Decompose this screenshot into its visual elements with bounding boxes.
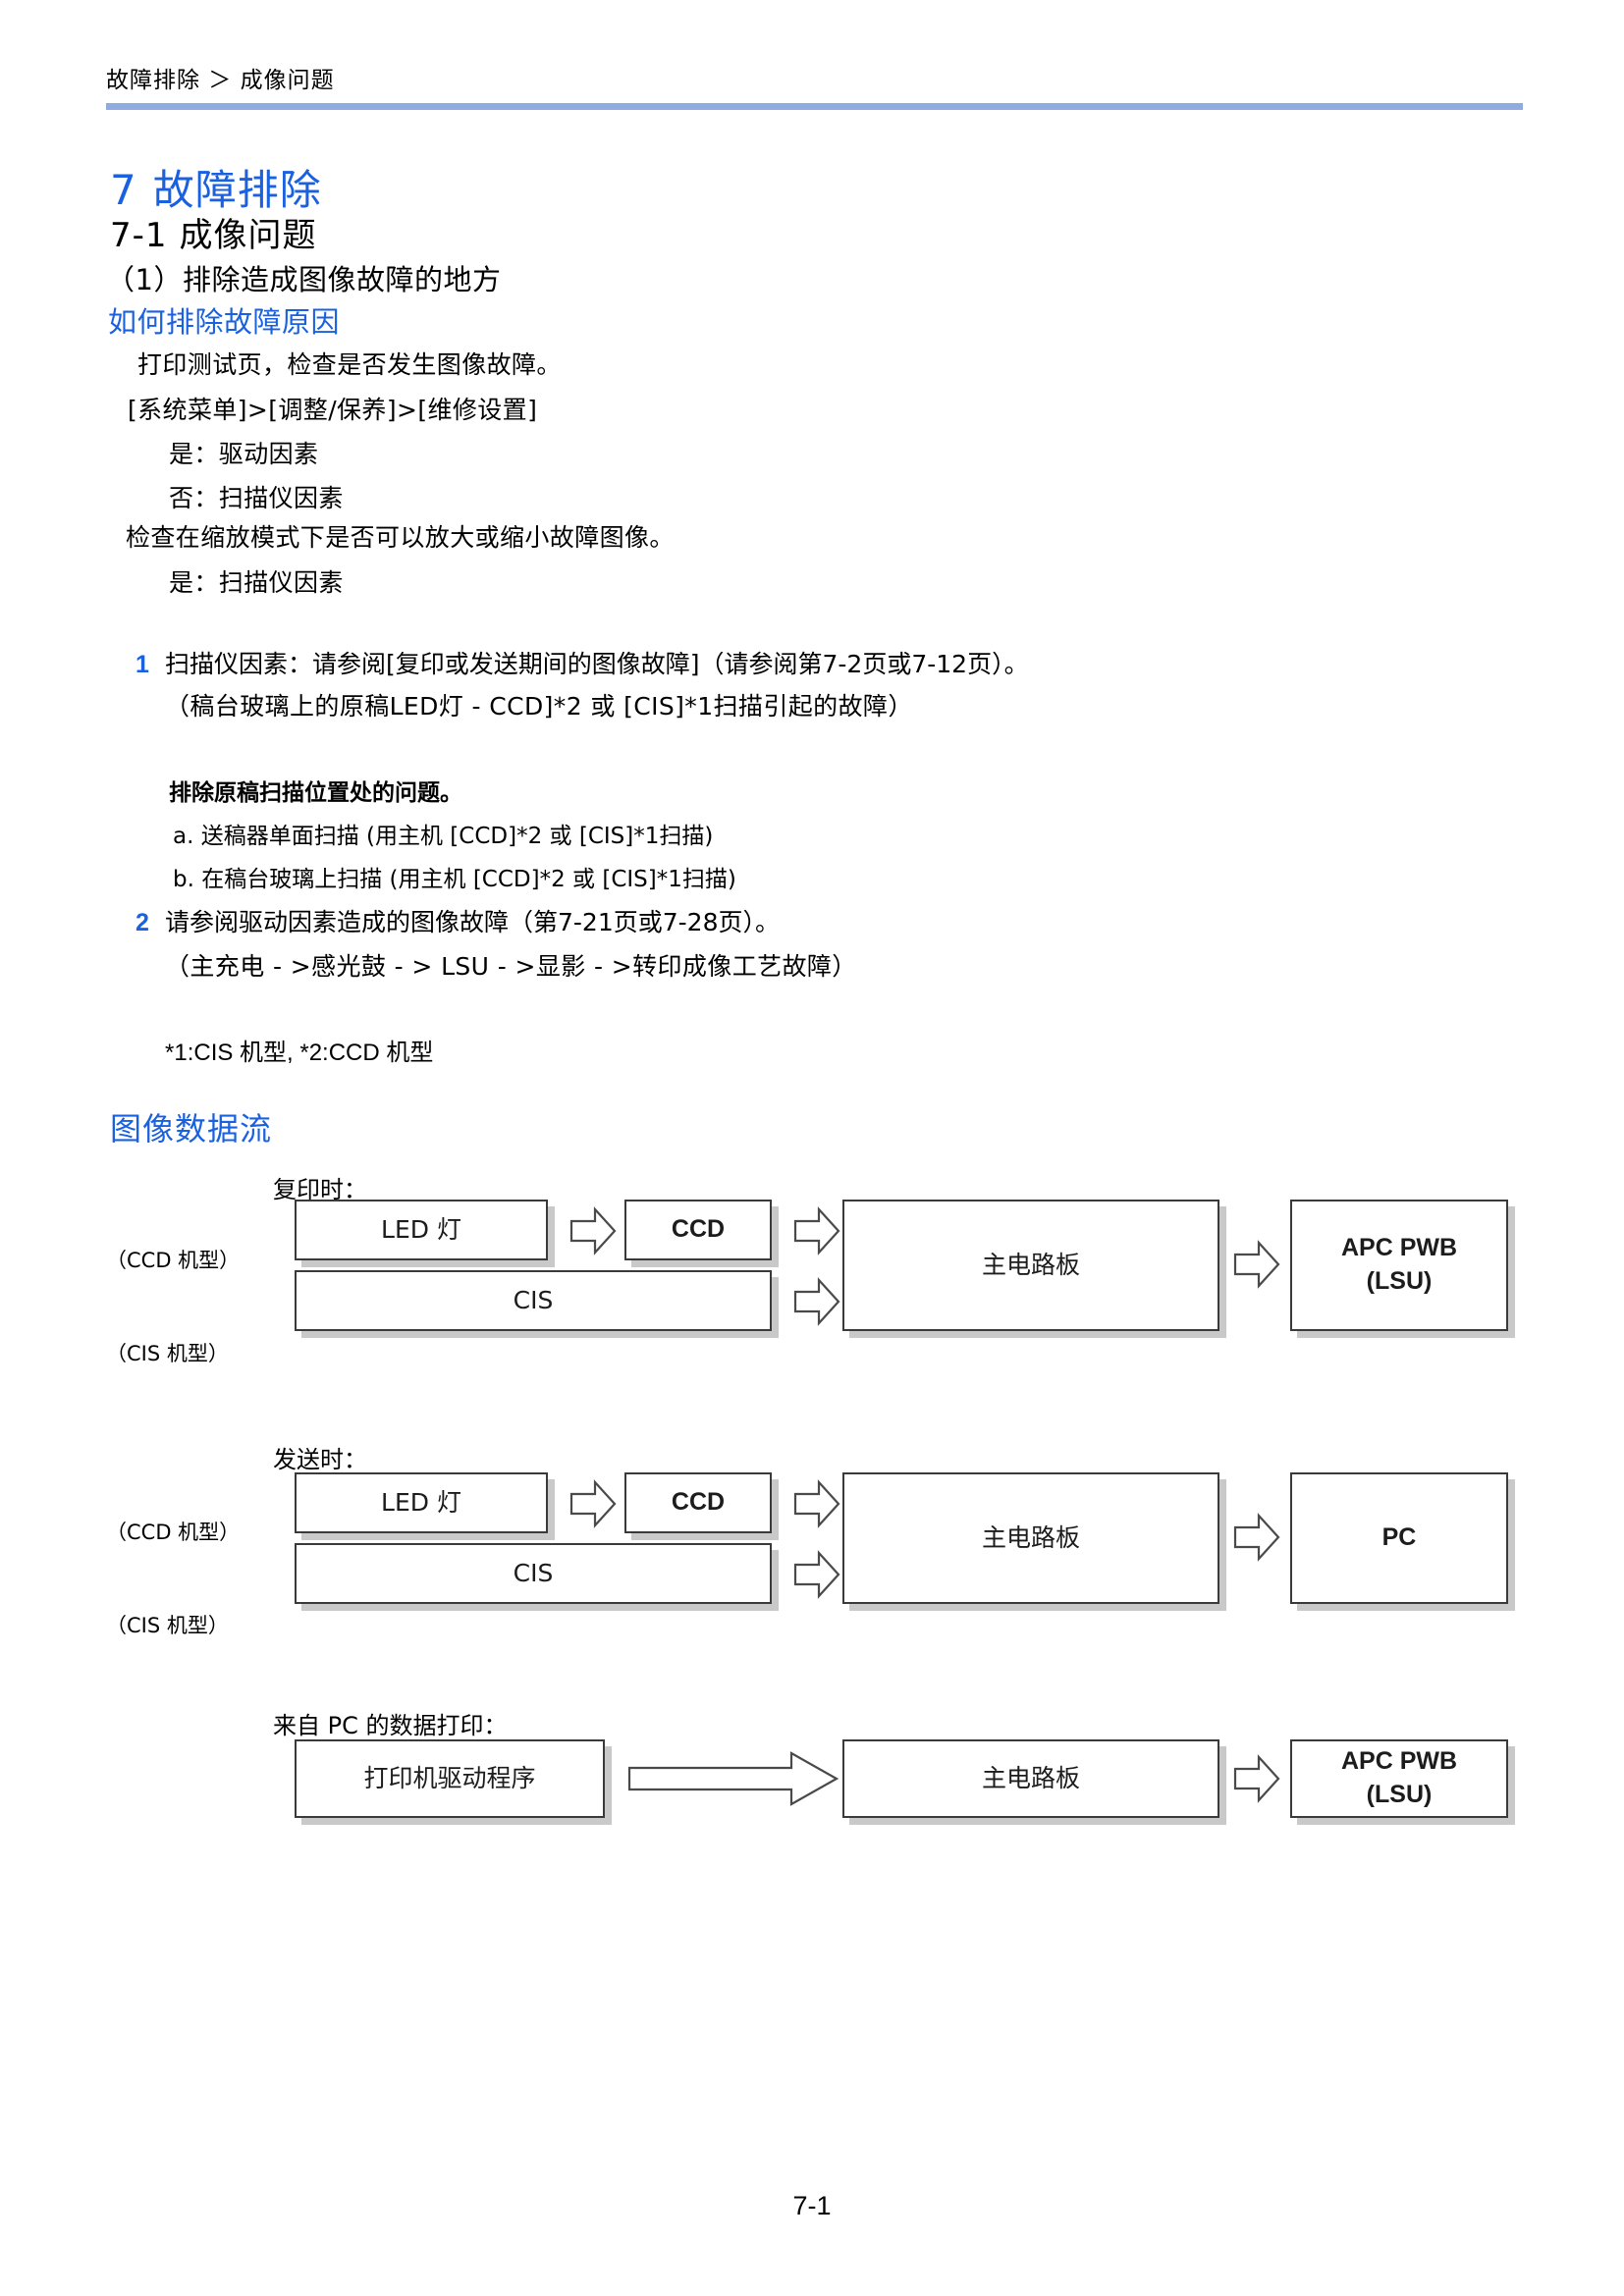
flow2-arrow-main-to-pc — [1231, 1512, 1282, 1563]
flow2-box-main-label: 主电路板 — [981, 1523, 1080, 1553]
flow1-row-label-ccd: （CCD 机型） — [106, 1249, 241, 1272]
flow2-arrow-ccd-to-main — [791, 1478, 842, 1529]
page-header: 故障排除 ＞ 成像问题 — [106, 61, 1523, 110]
flow1-arrow-led-to-ccd — [568, 1205, 619, 1256]
numbered-item-1-text: 扫描仪因素：请参阅[复印或发送期间的图像故障]（请参阅第7-2页或7-12页）。 — [165, 650, 1029, 678]
flow2-box-ccd: CCD — [624, 1472, 772, 1533]
page-number-footer: 7-1 — [792, 2191, 832, 2220]
flow1-box-led-label: LED 灯 — [381, 1215, 461, 1245]
document-page: 故障排除 ＞ 成像问题 7 故障排除 7-1 成像问题 （1）排除造成图像故障的地方… — [0, 0, 1624, 2296]
chapter-number: 7 — [110, 166, 137, 214]
flow2-box-led: LED 灯 — [295, 1472, 548, 1533]
flow1-box-cis: CIS — [295, 1270, 772, 1331]
flow1-box-cis-label: CIS — [513, 1286, 554, 1315]
numbered-item-2: 2 请参阅驱动因素造成的图像故障（第7-21页或7-28页）。 — [135, 903, 780, 938]
flow1-arrow-ccd-to-main — [791, 1205, 842, 1256]
body-line-5: 检查在缩放模式下是否可以放大或缩小故障图像。 — [126, 523, 675, 552]
numbered-item-1-marker: 1 — [135, 651, 149, 678]
flow3-box-main: 主电路板 — [842, 1739, 1219, 1818]
numbered-item-1-sub: （稿台玻璃上的原稿LED灯 - CCD]*2 或 [CIS]*1扫描引起的故障） — [165, 692, 913, 721]
flow2-arrow-led-to-ccd — [568, 1478, 619, 1529]
numbered-item-2-sub: （主充电 - >感光鼓 - > LSU - >显影 - >转印成像工艺故障） — [165, 952, 857, 981]
section-number: 7-1 — [110, 216, 168, 255]
flow3-arrow-main-to-apc — [1231, 1753, 1282, 1804]
flow2-box-cis: CIS — [295, 1543, 772, 1604]
flow1-box-ccd-label: CCD — [671, 1215, 726, 1244]
blue-subheading: 如何排除故障原因 — [108, 305, 341, 339]
scan-block-item-a: a. 送稿器单面扫描 (用主机 [CCD]*2 或 [CIS]*1扫描) — [173, 824, 714, 849]
numbered-item-1: 1 扫描仪因素：请参阅[复印或发送期间的图像故障]（请参阅第7-2页或7-12页）… — [135, 645, 1029, 680]
scan-block-title: 排除原稿扫描位置处的问题。 — [169, 780, 462, 806]
data-flow-heading: 图像数据流 — [110, 1110, 273, 1148]
flow2-row-label-ccd: （CCD 机型） — [106, 1521, 241, 1544]
flow1-box-led: LED 灯 — [295, 1200, 548, 1260]
flow3-arrow-driver-to-main — [626, 1750, 840, 1807]
flow3-box-apc-pwb: APC PWB (LSU) — [1290, 1739, 1508, 1818]
flow1-box-apc-label-1: APC PWB — [1340, 1234, 1458, 1262]
body-line-1: 打印测试页，检查是否发生图像故障。 — [137, 350, 562, 379]
flow3-box-printer-driver-label: 打印机驱动程序 — [363, 1764, 536, 1793]
section-title: 成像问题 — [179, 216, 317, 255]
scan-block-item-b: b. 在稿台玻璃上扫描 (用主机 [CCD]*2 或 [CIS]*1扫描) — [173, 867, 736, 892]
flow3-box-apc-label-2: (LSU) — [1366, 1781, 1433, 1808]
flow3-box-apc-label-1: APC PWB — [1340, 1747, 1458, 1776]
flow3-box-printer-driver: 打印机驱动程序 — [295, 1739, 605, 1818]
flow2-box-pc: PC — [1290, 1472, 1508, 1604]
flow2-box-cis-label: CIS — [513, 1559, 554, 1588]
flow1-arrow-cis-to-main — [791, 1276, 842, 1327]
flow3-caption: 来自 PC 的数据打印： — [273, 1712, 508, 1739]
body-line-2: [系统菜单]>[调整/保养]>[维修设置] — [128, 396, 538, 424]
flow3-box-main-label: 主电路板 — [981, 1764, 1080, 1793]
section-heading: 7-1 成像问题 — [110, 208, 317, 256]
flow1-arrow-main-to-apc — [1231, 1239, 1282, 1290]
flow1-box-apc-label-2: (LSU) — [1366, 1267, 1433, 1295]
numbered-item-2-marker: 2 — [135, 909, 149, 936]
flow1-row-label-cis: （CIS 机型） — [106, 1342, 229, 1365]
subsection-heading: （1）排除造成图像故障的地方 — [106, 263, 502, 296]
flow2-box-ccd-label: CCD — [671, 1488, 726, 1517]
breadcrumb: 故障排除 ＞ 成像问题 — [106, 68, 335, 93]
flow1-box-main: 主电路板 — [842, 1200, 1219, 1331]
flow2-box-main: 主电路板 — [842, 1472, 1219, 1604]
flow2-row-label-cis: （CIS 机型） — [106, 1614, 229, 1637]
flow1-box-apc-pwb: APC PWB (LSU) — [1290, 1200, 1508, 1331]
body-line-4: 否：扫描仪因素 — [169, 484, 344, 512]
flow1-box-main-label: 主电路板 — [981, 1251, 1080, 1280]
chapter-title: 故障排除 — [152, 166, 322, 214]
flow2-arrow-cis-to-main — [791, 1549, 842, 1600]
flow2-box-led-label: LED 灯 — [381, 1488, 461, 1518]
body-line-3: 是：驱动因素 — [169, 440, 319, 468]
flow1-box-ccd: CCD — [624, 1200, 772, 1260]
flow2-caption: 发送时： — [273, 1446, 367, 1473]
header-rule — [106, 103, 1523, 110]
body-line-6: 是：扫描仪因素 — [169, 568, 344, 597]
numbered-item-2-text: 请参阅驱动因素造成的图像故障（第7-21页或7-28页）。 — [165, 908, 780, 936]
flow2-box-pc-label: PC — [1381, 1523, 1417, 1552]
footnote: *1:CIS 机型, *2:CCD 机型 — [165, 1040, 434, 1066]
